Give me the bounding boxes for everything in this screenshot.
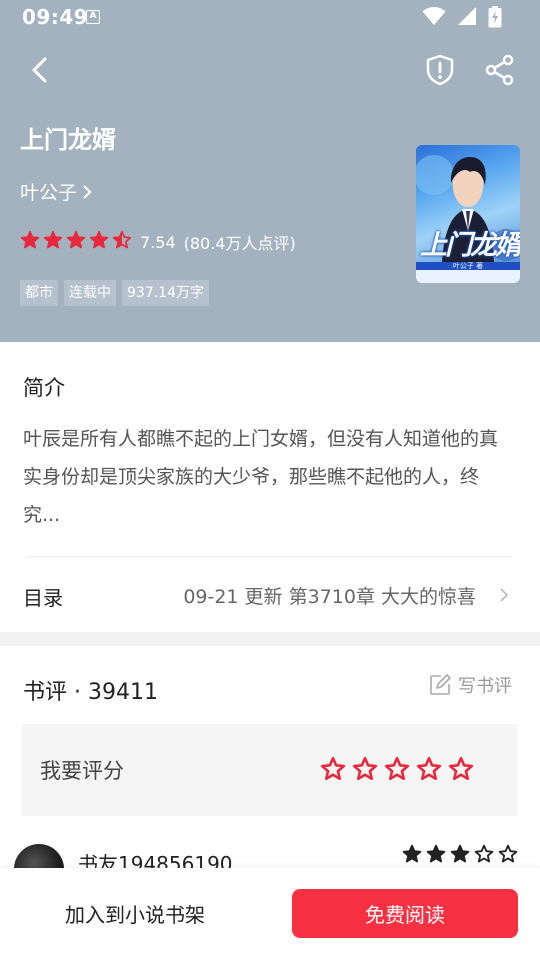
intro-heading: 简介 xyxy=(23,376,65,400)
book-tags: 都市 连载中 937.14万字 xyxy=(20,280,209,306)
notification-badge-icon: A xyxy=(86,10,100,24)
status-time: 09:49 xyxy=(22,5,89,29)
book-title: 上门龙婿 xyxy=(20,126,116,154)
wifi-icon xyxy=(422,7,446,25)
report-button[interactable] xyxy=(422,52,458,88)
battery-charging-icon xyxy=(488,6,502,28)
rate-stars[interactable] xyxy=(320,756,474,786)
shield-alert-icon xyxy=(426,54,454,86)
write-review-button[interactable]: 写书评 xyxy=(428,672,512,698)
rate-star-icon[interactable] xyxy=(320,756,346,786)
tag-wordcount: 937.14万字 xyxy=(122,280,209,306)
rate-star-icon[interactable] xyxy=(416,756,442,786)
status-bar: 09:49 A xyxy=(0,0,540,34)
divider xyxy=(28,556,512,557)
cover-author: 叶公子 著 xyxy=(452,262,484,270)
review-heading: 书评 · 39411 xyxy=(23,680,158,705)
rating-row: 7.54 (80.4万人点评) xyxy=(20,230,296,254)
star-icon xyxy=(89,230,109,254)
rate-prompt: 我要评分 xyxy=(40,759,124,783)
section-gap xyxy=(0,632,540,646)
signal-icon xyxy=(457,7,476,25)
star-icon xyxy=(20,230,40,254)
review-star-icon xyxy=(498,844,518,868)
tag-genre[interactable]: 都市 xyxy=(20,280,58,306)
author-link[interactable]: 叶公子 xyxy=(20,178,93,206)
intro-text[interactable]: 叶辰是所有人都瞧不起的上门女婿，但没有人知道他的真实身份却是顶尖家族的大少爷，那… xyxy=(23,420,513,534)
rating-score: 7.54 xyxy=(140,232,176,252)
review-star-icon xyxy=(474,844,494,868)
book-cover[interactable]: 上门龙婿 叶公子 著 xyxy=(416,145,520,283)
toc-update-info: 09-21 更新 第3710章 大大的惊喜 xyxy=(183,586,476,608)
share-icon xyxy=(485,54,514,86)
read-free-button[interactable]: 免费阅读 xyxy=(292,889,518,938)
star-icon xyxy=(43,230,63,254)
chevron-right-icon xyxy=(498,586,510,608)
share-button[interactable] xyxy=(482,52,518,88)
book-header: 09:49 A 上门龙婿 叶公子 7.54 (80.4万人点评) 都市 连载中 … xyxy=(0,0,540,342)
star-icon xyxy=(66,230,86,254)
review-star-icon xyxy=(450,844,470,868)
tag-status: 连载中 xyxy=(64,280,116,306)
cover-title: 上门龙婿 xyxy=(420,230,520,261)
intro-section: 简介 叶辰是所有人都瞧不起的上门女婿，但没有人知道他的真实身份却是顶尖家族的大少… xyxy=(0,342,540,632)
author-name: 叶公子 xyxy=(20,182,78,204)
toc-label: 目录 xyxy=(23,586,63,610)
rate-star-icon[interactable] xyxy=(448,756,474,786)
cover-bottom-strip xyxy=(416,270,520,283)
review-star-icon xyxy=(402,844,422,868)
rating-stars xyxy=(20,230,132,254)
rate-star-icon[interactable] xyxy=(352,756,378,786)
write-review-label: 写书评 xyxy=(458,676,512,697)
chevron-right-icon xyxy=(81,183,93,206)
rate-box: 我要评分 xyxy=(22,724,518,816)
edit-icon xyxy=(430,674,451,695)
star-icon xyxy=(112,230,132,254)
review-star-icon xyxy=(426,844,446,868)
rate-star-icon[interactable] xyxy=(384,756,410,786)
rating-count: (80.4万人点评) xyxy=(183,234,296,253)
back-arrow-icon xyxy=(32,57,47,83)
back-button[interactable] xyxy=(22,52,58,88)
add-to-shelf-button[interactable]: 加入到小说书架 xyxy=(0,888,270,938)
review-stars xyxy=(402,844,518,868)
status-icons xyxy=(416,6,502,28)
bottom-bar: 加入到小说书架 免费阅读 xyxy=(0,868,540,960)
